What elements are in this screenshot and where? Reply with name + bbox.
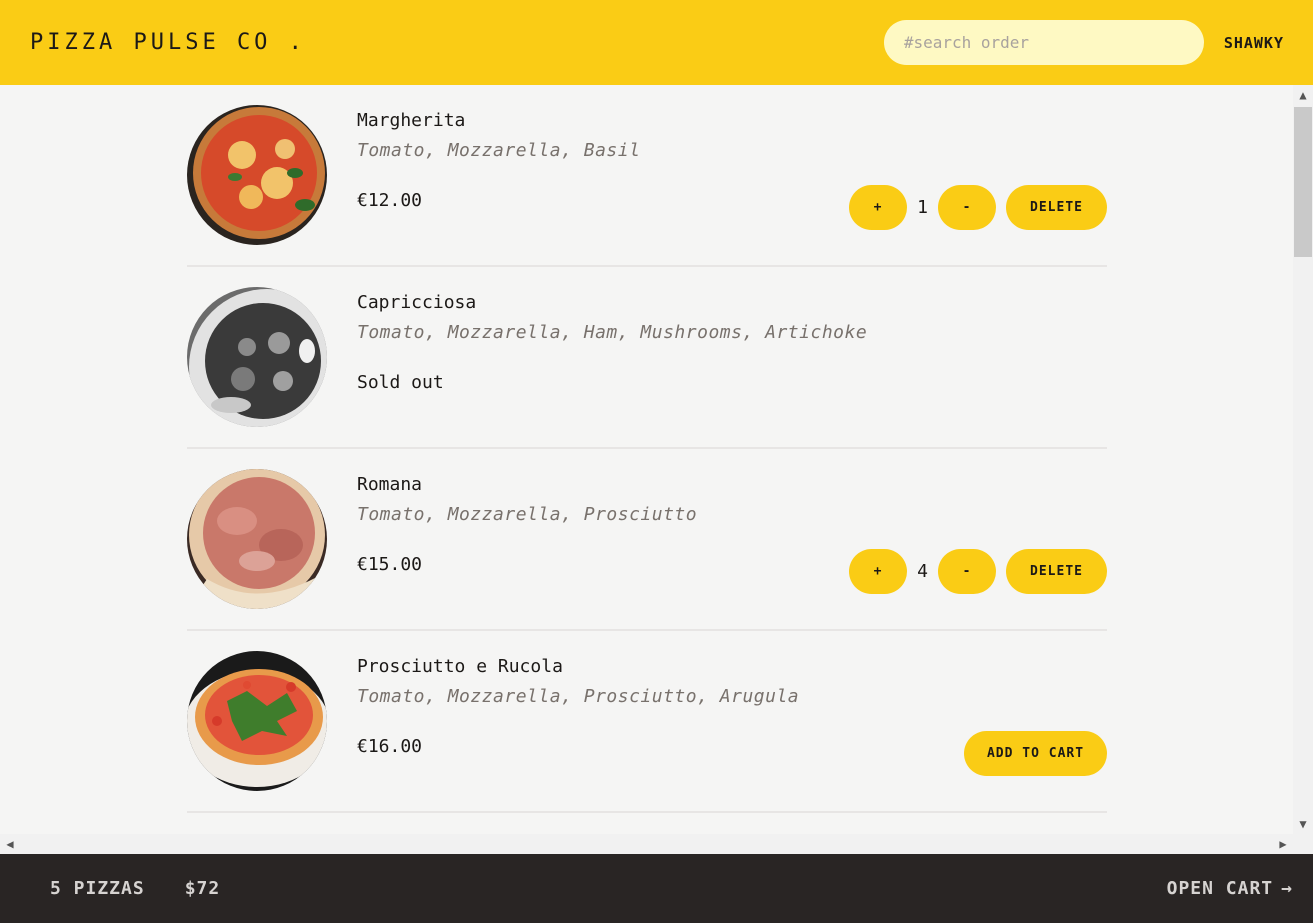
quantity-controls: + 4 - DELETE xyxy=(849,549,1107,594)
scroll-down-icon[interactable]: ▼ xyxy=(1293,814,1313,834)
cart-controls: ADD TO CART xyxy=(964,731,1107,776)
menu-item-capricciosa: Capricciosa Tomato, Mozzarella, Ham, Mus… xyxy=(187,267,1107,449)
menu-item-romana: Romana Tomato, Mozzarella, Prosciutto €1… xyxy=(187,449,1107,631)
pizza-name: Prosciutto e Rucola xyxy=(357,656,563,677)
scrollbar-corner xyxy=(1293,834,1313,854)
pizza-name: Margherita xyxy=(357,110,466,131)
pizza-ingredients: Tomato, Mozzarella, Ham, Mushrooms, Arti… xyxy=(357,322,868,343)
pizza-price: €16.00 xyxy=(357,736,423,757)
sold-out-label: Sold out xyxy=(357,372,444,393)
quantity-value: 1 xyxy=(917,197,928,218)
quantity-controls: + 1 - DELETE xyxy=(849,185,1107,230)
pizza-name: Romana xyxy=(357,474,423,495)
arrow-right-icon: → xyxy=(1281,878,1293,899)
open-cart-link[interactable]: OPEN CART → xyxy=(1167,878,1293,899)
pizza-image-margherita xyxy=(187,105,327,245)
pizza-count: 5 PIZZAS xyxy=(50,878,145,899)
menu-item-prosciutto-e-rucola: Prosciutto e Rucola Tomato, Mozzarella, … xyxy=(187,631,1107,813)
menu-item-margherita: Margherita Tomato, Mozzarella, Basil €12… xyxy=(187,85,1107,267)
pizza-ingredients: Tomato, Mozzarella, Basil xyxy=(357,140,641,161)
open-cart-label: OPEN CART xyxy=(1166,878,1274,899)
increase-quantity-button[interactable]: + xyxy=(849,185,907,230)
quantity-value: 4 xyxy=(917,561,928,582)
add-to-cart-button[interactable]: ADD TO CART xyxy=(964,731,1107,776)
pizza-image-prosciutto-e-rucola xyxy=(187,651,327,791)
cart-summary: 5 PIZZAS $72 xyxy=(50,878,220,899)
delete-button[interactable]: DELETE xyxy=(1006,549,1107,594)
increase-quantity-button[interactable]: + xyxy=(849,549,907,594)
scroll-up-icon[interactable]: ▲ xyxy=(1293,85,1313,105)
pizza-image-capricciosa xyxy=(187,287,327,427)
brand-logo[interactable]: PIZZA PULSE CO . xyxy=(30,30,306,55)
decrease-quantity-button[interactable]: - xyxy=(938,185,996,230)
horizontal-scrollbar[interactable]: ◀ ▶ xyxy=(0,834,1293,854)
pizza-name: Capricciosa xyxy=(357,292,477,313)
scroll-right-icon[interactable]: ▶ xyxy=(1273,834,1293,854)
vertical-scroll-thumb[interactable] xyxy=(1294,107,1312,257)
cart-summary-bar: 5 PIZZAS $72 OPEN CART → xyxy=(0,854,1313,923)
pizza-price: €15.00 xyxy=(357,554,423,575)
pizza-ingredients: Tomato, Mozzarella, Prosciutto xyxy=(357,504,698,525)
pizza-image-romana xyxy=(187,469,327,609)
menu-list: Margherita Tomato, Mozzarella, Basil €12… xyxy=(187,85,1107,813)
decrease-quantity-button[interactable]: - xyxy=(938,549,996,594)
delete-button[interactable]: DELETE xyxy=(1006,185,1107,230)
cart-total: $72 xyxy=(184,878,221,899)
pizza-ingredients: Tomato, Mozzarella, Prosciutto, Arugula xyxy=(357,686,800,707)
pizza-price: €12.00 xyxy=(357,190,423,211)
username: SHAWKY xyxy=(1223,33,1284,52)
header-right: SHAWKY xyxy=(883,20,1284,65)
top-bar: PIZZA PULSE CO . SHAWKY xyxy=(0,0,1313,85)
search-input[interactable] xyxy=(883,20,1204,65)
vertical-scrollbar[interactable]: ▲ ▼ xyxy=(1293,85,1313,834)
scroll-left-icon[interactable]: ◀ xyxy=(0,834,20,854)
menu-scroll-area[interactable]: Margherita Tomato, Mozzarella, Basil €12… xyxy=(0,85,1293,834)
